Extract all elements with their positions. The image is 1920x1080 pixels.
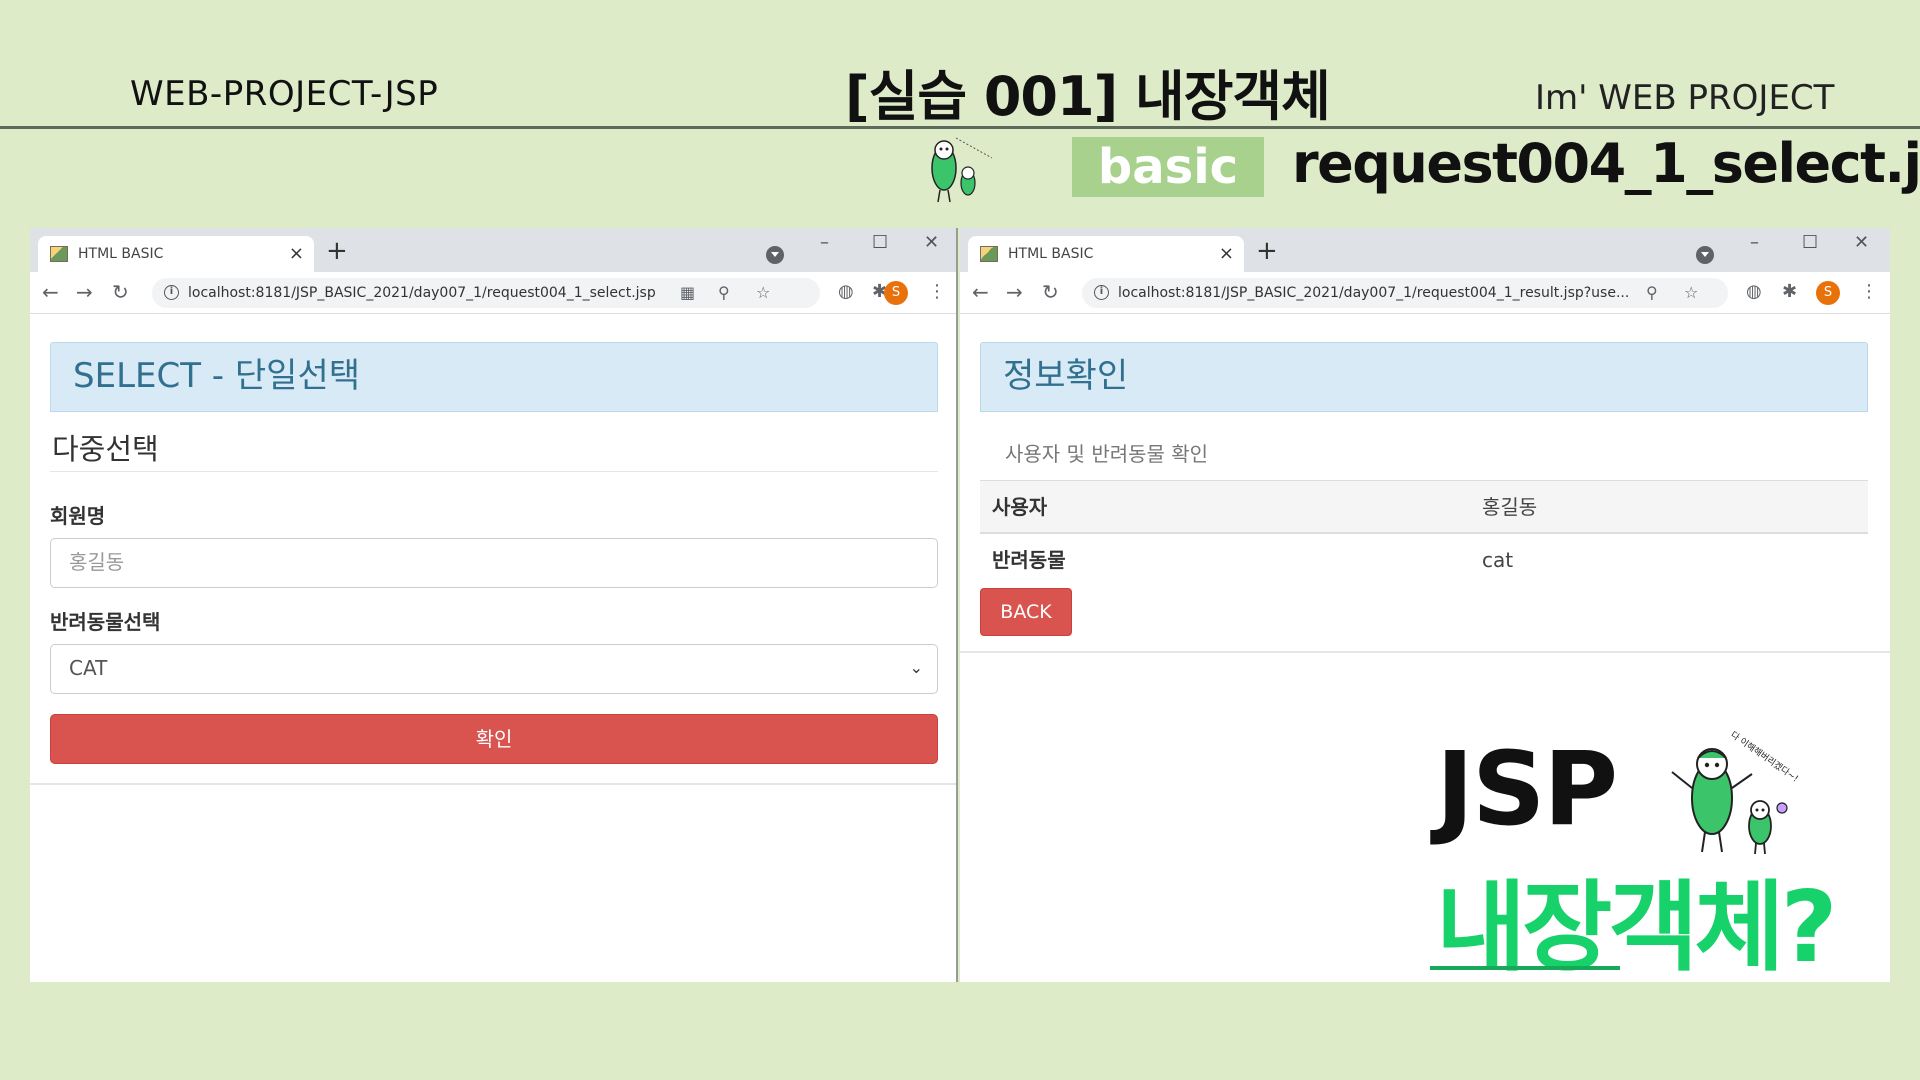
- slide-title: [실습 001] 내장객체: [845, 65, 1331, 128]
- zoom-icon[interactable]: ⚲: [718, 278, 730, 308]
- table-row: 사용자 홍길동: [980, 480, 1868, 534]
- extensions-puzzle-icon[interactable]: ✱: [1782, 281, 1797, 302]
- extension-globe-icon[interactable]: ◍: [1746, 281, 1762, 302]
- basic-badge: basic: [1072, 137, 1264, 197]
- favicon-icon: [50, 246, 68, 262]
- tab-bar: HTML BASIC × + – ☐ ✕: [960, 228, 1890, 272]
- member-name-placeholder: 홍길동: [69, 550, 125, 574]
- new-tab-icon[interactable]: +: [1256, 236, 1278, 266]
- back-button[interactable]: BACK: [980, 588, 1072, 636]
- caption-jsp: JSP: [1436, 730, 1618, 849]
- forward-arrow-icon[interactable]: →: [1006, 280, 1023, 304]
- qr-code-icon[interactable]: ▦: [680, 278, 695, 308]
- reload-icon[interactable]: ↻: [1042, 280, 1059, 304]
- bookmark-star-icon[interactable]: ☆: [756, 278, 770, 308]
- back-arrow-icon[interactable]: ←: [972, 280, 989, 304]
- address-bar[interactable]: i localhost:8181/JSP_BASIC_2021/day007_1…: [152, 278, 820, 308]
- table-caption: 사용자 및 반려동물 확인: [1005, 442, 1209, 466]
- tab-title: HTML BASIC: [1008, 246, 1094, 262]
- panel-divider: [30, 783, 956, 785]
- row-key: 반려동물: [992, 548, 1066, 572]
- profile-avatar[interactable]: S: [1816, 281, 1840, 305]
- maximize-icon[interactable]: ☐: [872, 232, 888, 253]
- reload-icon[interactable]: ↻: [112, 280, 129, 304]
- caption-underline: [1430, 966, 1620, 970]
- menu-kebab-icon[interactable]: ⋮: [928, 281, 946, 302]
- close-window-icon[interactable]: ✕: [1854, 232, 1869, 253]
- menu-kebab-icon[interactable]: ⋮: [1860, 281, 1878, 302]
- address-url: localhost:8181/JSP_BASIC_2021/day007_1/r…: [1118, 285, 1630, 301]
- confirm-button[interactable]: 확인: [50, 714, 938, 764]
- minimize-icon[interactable]: –: [820, 232, 829, 253]
- mascot-large-icon: 다 이해해버리겠다~!: [1671, 729, 1800, 855]
- member-name-input[interactable]: 홍길동: [50, 538, 938, 588]
- mascot-speech: 다 이해해버리겠다~!: [1728, 729, 1800, 784]
- slide-brand: Im' WEB PROJECT: [1535, 78, 1835, 118]
- browser-window-select: HTML BASIC × + – ☐ ✕ ← → ↻ i localhost:8…: [30, 228, 958, 982]
- info-icon[interactable]: i: [1094, 285, 1109, 300]
- extension-globe-icon[interactable]: ◍: [838, 281, 854, 302]
- pet-select-value: CAT: [69, 656, 108, 680]
- browser-tab[interactable]: HTML BASIC ×: [38, 236, 314, 272]
- info-icon[interactable]: i: [164, 285, 179, 300]
- row-value: cat: [1482, 548, 1514, 572]
- row-value: 홍길동: [1482, 495, 1538, 519]
- panel-divider: [960, 651, 1890, 653]
- slide-project-label: WEB-PROJECT-JSP: [130, 74, 439, 114]
- bookmark-star-icon[interactable]: ☆: [1684, 278, 1698, 308]
- forward-arrow-icon[interactable]: →: [76, 280, 93, 304]
- close-tab-icon[interactable]: ×: [289, 236, 304, 272]
- section-subheading: 다중선택: [50, 428, 938, 472]
- row-key: 사용자: [992, 495, 1048, 519]
- file-name-title: request004_1_select.jsp: [1292, 132, 1920, 195]
- browser-toolbar: ← → ↻ i localhost:8181/JSP_BASIC_2021/da…: [960, 272, 1890, 314]
- tab-title: HTML BASIC: [78, 246, 164, 262]
- browser-toolbar: ← → ↻ i localhost:8181/JSP_BASIC_2021/da…: [30, 272, 956, 314]
- address-bar[interactable]: i localhost:8181/JSP_BASIC_2021/day007_1…: [1082, 278, 1728, 308]
- pet-select-label: 반려동물선택: [50, 610, 161, 634]
- maximize-icon[interactable]: ☐: [1802, 232, 1818, 253]
- minimize-icon[interactable]: –: [1750, 232, 1759, 253]
- close-tab-icon[interactable]: ×: [1219, 236, 1234, 272]
- mascot-small-icon: [931, 137, 993, 203]
- pet-select[interactable]: CAT ⌄: [50, 644, 938, 694]
- new-tab-icon[interactable]: +: [326, 236, 348, 266]
- profile-avatar[interactable]: S: [884, 281, 908, 305]
- tab-search-icon[interactable]: [1696, 246, 1714, 264]
- tab-search-icon[interactable]: [766, 246, 784, 264]
- panel-heading: SELECT - 단일선택: [50, 342, 938, 412]
- table-row: 반려동물 cat: [980, 534, 1868, 588]
- back-arrow-icon[interactable]: ←: [42, 280, 59, 304]
- chevron-down-icon: ⌄: [909, 658, 923, 677]
- member-name-label: 회원명: [50, 504, 106, 528]
- favicon-icon: [980, 246, 998, 262]
- close-window-icon[interactable]: ✕: [924, 232, 939, 253]
- address-url: localhost:8181/JSP_BASIC_2021/day007_1/r…: [188, 285, 656, 301]
- zoom-icon[interactable]: ⚲: [1646, 278, 1658, 308]
- browser-tab[interactable]: HTML BASIC ×: [968, 236, 1244, 272]
- tab-bar: HTML BASIC × + – ☐ ✕: [30, 228, 956, 272]
- panel-heading: 정보확인: [980, 342, 1868, 412]
